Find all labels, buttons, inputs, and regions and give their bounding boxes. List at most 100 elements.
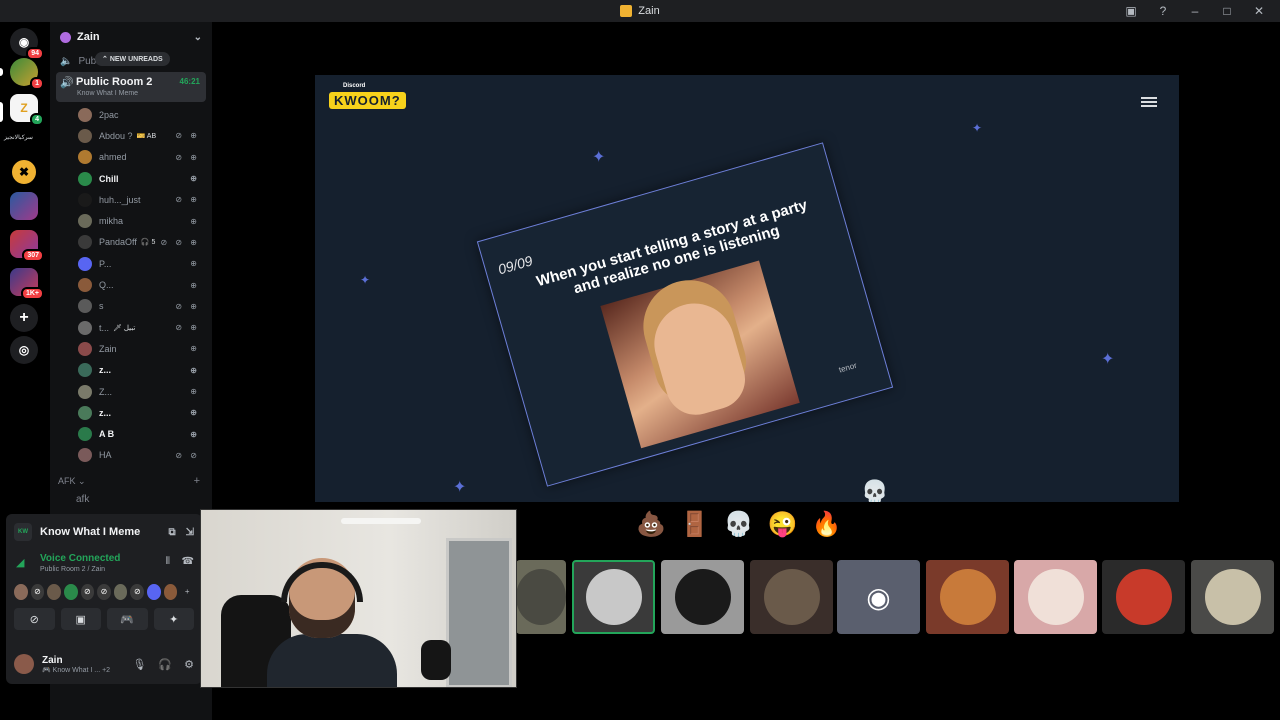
user-controls: 🎙 🎧 ⚙ <box>132 658 194 671</box>
participant-tile[interactable] <box>926 560 1009 634</box>
voice-member[interactable]: PandaOff 🎧 5 ⊘ ⊘ ⊕ <box>50 232 212 253</box>
inbox-icon[interactable]: ▣ <box>1124 4 1138 18</box>
voice-member[interactable]: HA ⊘ ⊘ <box>50 445 212 466</box>
avatar[interactable]: ⊘ <box>97 584 111 600</box>
add-channel-icon[interactable]: + <box>194 475 200 487</box>
voice-member[interactable]: z... ⊕ <box>50 360 212 381</box>
help-icon[interactable]: ? <box>1156 4 1170 18</box>
reaction-button[interactable]: 💩 <box>636 510 666 539</box>
avatar[interactable]: ⊘ <box>130 584 145 600</box>
more-avatars-icon[interactable]: + <box>180 584 194 600</box>
avatar[interactable] <box>163 584 178 600</box>
reaction-button[interactable]: 😜 <box>768 510 798 539</box>
server-text-label[interactable]: سركبالانجيز <box>4 134 33 141</box>
screen-share-button[interactable]: ▣ <box>60 608 101 630</box>
soundboard-button[interactable]: ✦ <box>153 608 194 630</box>
voice-member[interactable]: Zain ⊕ <box>50 338 212 359</box>
category-afk[interactable]: AFK ⌄ + <box>50 472 212 490</box>
reaction-button[interactable]: 💀 <box>724 510 754 539</box>
discover-icon[interactable]: ◎ <box>10 336 38 364</box>
avatar[interactable]: ⊘ <box>30 584 45 600</box>
participant-tile[interactable] <box>1102 560 1185 634</box>
avatar[interactable]: ⊘ <box>80 584 95 600</box>
settings-gear-icon[interactable]: ⚙ <box>184 658 194 671</box>
channel-public-room-2[interactable]: 🔊 Public Room 2 Know What I Meme 46:21 <box>56 72 206 102</box>
minimize-button[interactable]: – <box>1188 4 1202 18</box>
noise-suppression-icon[interactable]: ⦀ <box>166 556 170 567</box>
voice-member[interactable]: Q... ⊕ <box>50 274 212 295</box>
member-name: mikha <box>99 216 124 227</box>
voice-member[interactable]: s ⊘ ⊕ <box>50 296 212 317</box>
member-name: Q... <box>99 280 114 291</box>
participant-tile[interactable]: ◉ <box>837 560 920 634</box>
voice-status[interactable]: Voice Connected <box>40 553 120 564</box>
avatar[interactable] <box>113 584 128 600</box>
mic-icon[interactable]: 🎙 <box>132 658 146 671</box>
chevron-down-icon[interactable]: ⌄ <box>194 32 202 43</box>
camera-off-button[interactable]: ⊘ <box>14 608 55 630</box>
voice-member[interactable]: ahmed ⊘ ⊕ <box>50 147 212 168</box>
voice-member[interactable]: 2pac <box>50 104 212 125</box>
headphones-icon[interactable]: 🎧 <box>158 658 172 671</box>
server-folder-3[interactable]: 1K+ <box>10 268 44 300</box>
member-name: PandaOff <box>99 237 137 248</box>
member-status-icons: ⊘ ⊕ <box>175 131 200 141</box>
voice-member[interactable]: A B ⊕ <box>50 423 212 444</box>
leave-activity-icon[interactable]: ⇲ <box>186 527 194 538</box>
activity-button[interactable]: 🎮 <box>107 608 148 630</box>
participant-tile[interactable] <box>1014 560 1097 634</box>
member-name: s <box>99 301 104 312</box>
avatar[interactable] <box>14 584 28 600</box>
avatar[interactable] <box>14 654 34 674</box>
voice-member[interactable]: Chill ⊕ <box>50 168 212 189</box>
sparkle-icon: ✦ <box>360 273 371 287</box>
avatar <box>78 171 92 186</box>
voice-member[interactable]: t... 🗡 تبيل ⊘ ⊕ <box>50 317 212 338</box>
voice-member[interactable]: mikha ⊕ <box>50 210 212 231</box>
add-server-icon[interactable]: + <box>10 304 38 332</box>
member-tag: 🗡 تبيل <box>113 324 136 332</box>
user-name: Zain <box>42 654 63 666</box>
server-icon-1[interactable]: 1 <box>10 58 44 90</box>
voice-member[interactable]: Z... ⊕ <box>50 381 212 402</box>
avatar[interactable] <box>147 584 161 600</box>
server-folder-2[interactable]: 307 <box>10 230 44 262</box>
server-folder-1[interactable] <box>10 192 38 220</box>
avatar <box>674 569 731 625</box>
participant-tile[interactable] <box>1191 560 1274 634</box>
microphone <box>421 640 451 680</box>
server-icon-2[interactable]: ✖ <box>10 158 38 186</box>
activity-frame[interactable]: Discord KWOOM? ✦ ✦ ✦ ✦ ✦ 09/09 When you … <box>315 75 1179 502</box>
brand-logo: KWOOM? <box>329 92 406 109</box>
menu-icon[interactable] <box>1141 97 1157 107</box>
maximize-button[interactable]: □ <box>1220 4 1234 18</box>
close-button[interactable]: ✕ <box>1252 4 1266 18</box>
avatar <box>78 405 92 420</box>
avatar[interactable] <box>63 584 78 600</box>
avatar[interactable] <box>47 584 61 600</box>
voice-member[interactable]: Abdou ? 🎫 AB ⊘ ⊕ <box>50 125 212 146</box>
disconnect-icon[interactable]: ☎ <box>182 556 194 567</box>
popout-icon[interactable]: ⧉ <box>168 527 175 538</box>
member-status-icons: ⊕ <box>190 365 200 375</box>
reaction-button[interactable]: 🔥 <box>812 510 842 539</box>
server-header[interactable]: Zain ⌄ <box>50 22 212 52</box>
activity-logo-icon: KW <box>14 523 32 541</box>
new-unreads-pill[interactable]: ⌃ NEW UNREADS <box>95 52 170 66</box>
voice-member[interactable]: P... ⊕ <box>50 253 212 274</box>
participant-tile[interactable] <box>516 560 566 634</box>
channel-afk[interactable]: afk <box>50 490 212 508</box>
home-button[interactable]: ◉ 94 <box>10 28 44 60</box>
user-info[interactable]: Zain 🎮 Know What I ... +2 <box>42 655 110 674</box>
voice-member[interactable]: huh..._just ⊘ ⊕ <box>50 189 212 210</box>
voice-location[interactable]: Public Room 2 / Zain <box>40 566 105 573</box>
member-status-icons: ⊘ ⊕ <box>175 301 200 311</box>
participant-tile[interactable] <box>661 560 744 634</box>
participant-tile[interactable] <box>572 560 655 634</box>
server-icon-zain[interactable]: Z 4 <box>10 94 44 126</box>
reaction-button[interactable]: 🚪 <box>680 510 710 539</box>
new-unreads-label: NEW UNREADS <box>109 56 163 63</box>
participant-tile[interactable] <box>750 560 833 634</box>
voice-member[interactable]: z... ⊕ <box>50 402 212 423</box>
channel-public[interactable]: 🔈 Publ ⌃ NEW UNREADS <box>50 52 212 70</box>
